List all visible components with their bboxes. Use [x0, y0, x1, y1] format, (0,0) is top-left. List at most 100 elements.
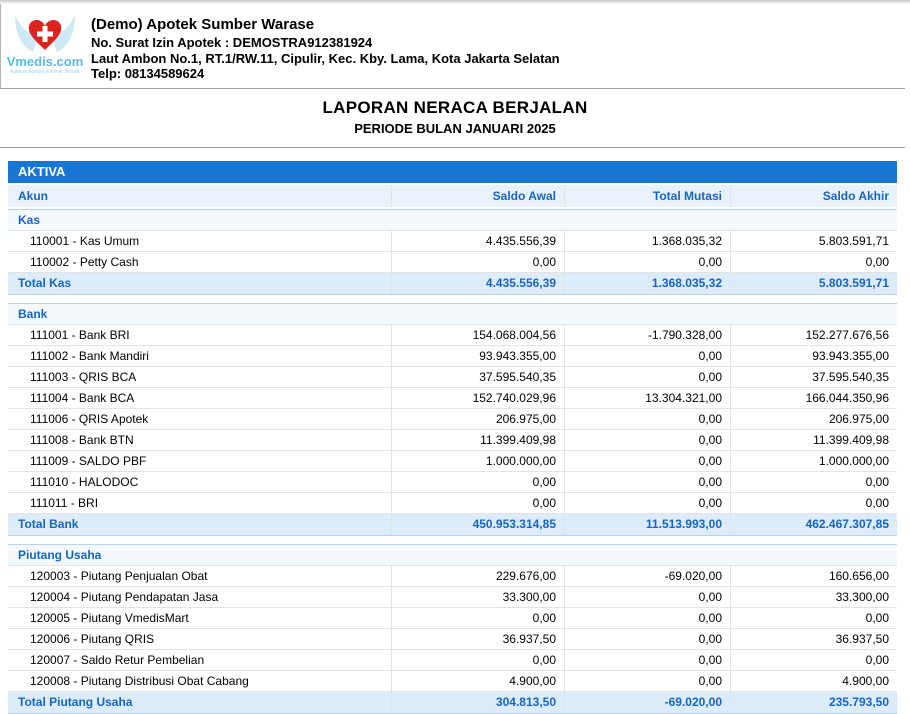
- saldo-akhir-cell: 152.277.676,56: [730, 325, 897, 346]
- total-saldo-awal-cell: 304.813,50: [391, 692, 564, 713]
- account-section: Piutang Usaha 120003 - Piutang Penjualan…: [8, 544, 897, 714]
- saldo-awal-cell: 4.900,00: [391, 671, 564, 692]
- total-label-cell: Total Kas: [8, 273, 391, 294]
- account-cell: 111011 - BRI: [8, 493, 391, 514]
- group-header-aktiva: AKTIVA: [8, 161, 897, 183]
- total-label-cell: Total Bank: [8, 514, 391, 535]
- vmedis-logo: Vmedis.com Aplikasi Apotek & Klinik Terb…: [5, 12, 85, 75]
- saldo-akhir-cell: 93.943.355,00: [730, 346, 897, 367]
- table-row: 120007 - Saldo Retur Pembelian 0,00 0,00…: [8, 650, 897, 671]
- account-section: Kas 110001 - Kas Umum 4.435.556,39 1.368…: [8, 209, 897, 295]
- pharmacy-phone: Telp: 08134589624: [91, 66, 560, 82]
- pharmacy-license: No. Surat Izin Apotek : DEMOSTRA91238192…: [91, 35, 560, 51]
- saldo-akhir-cell: 37.595.540,35: [730, 367, 897, 388]
- total-total-mutasi-cell: 11.513.993,00: [564, 514, 730, 535]
- pharmacy-name: (Demo) Apotek Sumber Warase: [91, 16, 560, 33]
- account-cell: 111002 - Bank Mandiri: [8, 346, 391, 367]
- pharmacy-info: (Demo) Apotek Sumber Warase No. Surat Iz…: [91, 12, 560, 82]
- total-mutasi-cell: 0,00: [564, 472, 730, 493]
- column-header-total-mutasi: Total Mutasi: [564, 185, 730, 207]
- column-header-akun: Akun: [8, 185, 391, 207]
- saldo-awal-cell: 0,00: [391, 252, 564, 273]
- table-row: 120006 - Piutang QRIS 36.937,50 0,00 36.…: [8, 629, 897, 650]
- saldo-akhir-cell: 4.900,00: [730, 671, 897, 692]
- account-cell: 110002 - Petty Cash: [8, 252, 391, 273]
- section-total-row: Total Piutang Usaha 304.813,50 -69.020,0…: [8, 692, 897, 714]
- saldo-awal-cell: 0,00: [391, 608, 564, 629]
- section-header: Kas: [8, 210, 897, 231]
- balance-table: AKTIVA Akun Saldo Awal Total Mutasi Sald…: [8, 161, 897, 714]
- section-header: Bank: [8, 304, 897, 325]
- total-mutasi-cell: 0,00: [564, 346, 730, 367]
- saldo-awal-cell: 11.399.409,98: [391, 430, 564, 451]
- table-row: 110001 - Kas Umum 4.435.556,39 1.368.035…: [8, 231, 897, 252]
- account-cell: 110001 - Kas Umum: [8, 231, 391, 252]
- total-mutasi-cell: 0,00: [564, 608, 730, 629]
- account-cell: 120004 - Piutang Pendapatan Jasa: [8, 587, 391, 608]
- saldo-akhir-cell: 1.000.000,00: [730, 451, 897, 472]
- total-mutasi-cell: 0,00: [564, 367, 730, 388]
- table-row: 120008 - Piutang Distribusi Obat Cabang …: [8, 671, 897, 692]
- section-name: Kas: [18, 213, 40, 227]
- column-header-saldo-awal: Saldo Awal: [391, 185, 564, 207]
- saldo-awal-cell: 1.000.000,00: [391, 451, 564, 472]
- saldo-akhir-cell: 5.803.591,71: [730, 231, 897, 252]
- table-row: 111006 - QRIS Apotek 206.975,00 0,00 206…: [8, 409, 897, 430]
- account-cell: 111009 - SALDO PBF: [8, 451, 391, 472]
- saldo-awal-cell: 229.676,00: [391, 566, 564, 587]
- title-divider: [0, 147, 905, 148]
- account-cell: 120008 - Piutang Distribusi Obat Cabang: [8, 671, 391, 692]
- section-rows: 110001 - Kas Umum 4.435.556,39 1.368.035…: [8, 231, 897, 273]
- total-mutasi-cell: 0,00: [564, 430, 730, 451]
- table-sections: Kas 110001 - Kas Umum 4.435.556,39 1.368…: [8, 209, 897, 714]
- saldo-awal-cell: 154.068.004,56: [391, 325, 564, 346]
- saldo-akhir-cell: 166.044.350,96: [730, 388, 897, 409]
- total-label-cell: Total Piutang Usaha: [8, 692, 391, 713]
- total-total-mutasi-cell: 1.368.035,32: [564, 273, 730, 294]
- saldo-awal-cell: 206.975,00: [391, 409, 564, 430]
- total-mutasi-cell: 0,00: [564, 409, 730, 430]
- total-saldo-akhir-cell: 5.803.591,71: [730, 273, 897, 294]
- saldo-akhir-cell: 36.937,50: [730, 629, 897, 650]
- table-row: 111010 - HALODOC 0,00 0,00 0,00: [8, 472, 897, 493]
- total-mutasi-cell: 0,00: [564, 451, 730, 472]
- saldo-awal-cell: 93.943.355,00: [391, 346, 564, 367]
- table-row: 111011 - BRI 0,00 0,00 0,00: [8, 493, 897, 514]
- total-saldo-akhir-cell: 235.793,50: [730, 692, 897, 713]
- total-mutasi-cell: 13.304.321,00: [564, 388, 730, 409]
- total-mutasi-cell: -1.790.328,00: [564, 325, 730, 346]
- section-total-row: Total Bank 450.953.314,85 11.513.993,00 …: [8, 514, 897, 536]
- account-cell: 120003 - Piutang Penjualan Obat: [8, 566, 391, 587]
- total-saldo-akhir-cell: 462.467.307,85: [730, 514, 897, 535]
- table-row: 111009 - SALDO PBF 1.000.000,00 0,00 1.0…: [8, 451, 897, 472]
- table-row: 120005 - Piutang VmedisMart 0,00 0,00 0,…: [8, 608, 897, 629]
- section-header: Piutang Usaha: [8, 545, 897, 566]
- account-cell: 111003 - QRIS BCA: [8, 367, 391, 388]
- report-header: Vmedis.com Aplikasi Apotek & Klinik Terb…: [0, 4, 910, 88]
- table-row: 111001 - Bank BRI 154.068.004,56 -1.790.…: [8, 325, 897, 346]
- account-cell: 111006 - QRIS Apotek: [8, 409, 391, 430]
- table-row: 110002 - Petty Cash 0,00 0,00 0,00: [8, 252, 897, 273]
- logo-brand-text: Vmedis.com: [5, 54, 85, 69]
- saldo-awal-cell: 0,00: [391, 472, 564, 493]
- total-mutasi-cell: 0,00: [564, 650, 730, 671]
- saldo-akhir-cell: 0,00: [730, 650, 897, 671]
- saldo-awal-cell: 4.435.556,39: [391, 231, 564, 252]
- total-saldo-awal-cell: 4.435.556,39: [391, 273, 564, 294]
- saldo-awal-cell: 0,00: [391, 493, 564, 514]
- table-row: 111008 - Bank BTN 11.399.409,98 0,00 11.…: [8, 430, 897, 451]
- saldo-akhir-cell: 11.399.409,98: [730, 430, 897, 451]
- table-row: 111002 - Bank Mandiri 93.943.355,00 0,00…: [8, 346, 897, 367]
- saldo-akhir-cell: 33.300,00: [730, 587, 897, 608]
- logo-tagline: Aplikasi Apotek & Klinik Terbaik: [5, 69, 85, 75]
- section-total-row: Total Kas 4.435.556,39 1.368.035,32 5.80…: [8, 273, 897, 295]
- saldo-awal-cell: 0,00: [391, 650, 564, 671]
- account-cell: 120005 - Piutang VmedisMart: [8, 608, 391, 629]
- total-mutasi-cell: -69.020,00: [564, 566, 730, 587]
- total-mutasi-cell: 0,00: [564, 671, 730, 692]
- saldo-akhir-cell: 0,00: [730, 252, 897, 273]
- saldo-awal-cell: 36.937,50: [391, 629, 564, 650]
- saldo-akhir-cell: 160.656,00: [730, 566, 897, 587]
- account-cell: 111004 - Bank BCA: [8, 388, 391, 409]
- table-row: 120004 - Piutang Pendapatan Jasa 33.300,…: [8, 587, 897, 608]
